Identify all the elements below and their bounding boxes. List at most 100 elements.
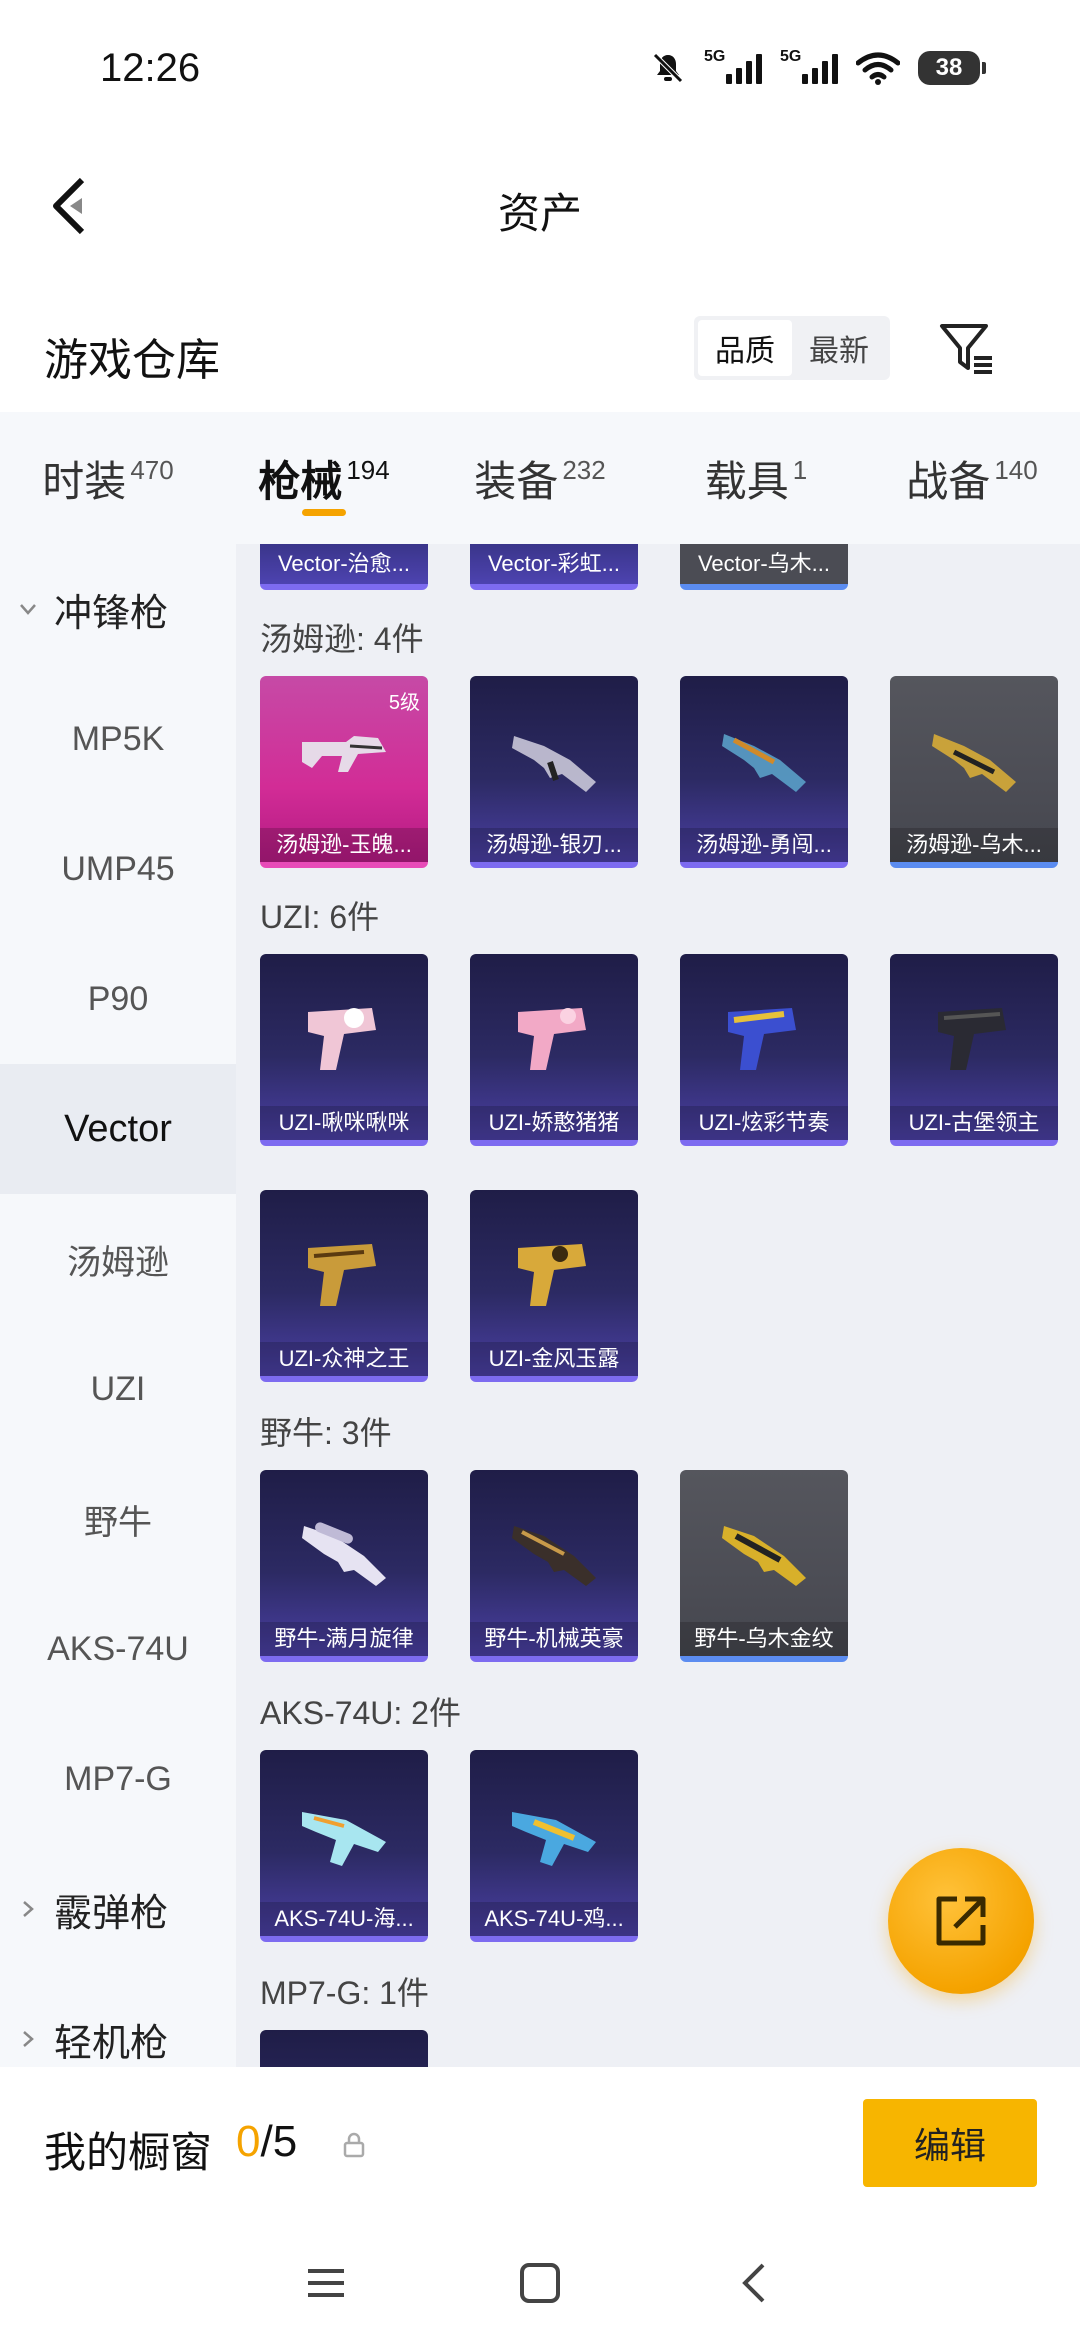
skin-card[interactable]: AKS-74U-海... [260,1750,428,1942]
tab-label: 战备 [906,457,991,505]
tab-label: 载具 [704,457,789,505]
nav-menu-button[interactable] [296,2253,356,2313]
skin-card[interactable]: UZI-古堡领主 [890,954,1058,1146]
mute-bell-icon [653,53,683,83]
cell-signal-1-icon: 5G [704,48,762,84]
showcase-current: 0 [236,2117,261,2166]
sort-toggle: 品质 最新 [694,316,890,380]
skin-grid: Vector-治愈... Vector-彩虹... Vector-乌木... 汤… [236,544,1080,2067]
warehouse-title: 游戏仓库 [44,336,220,385]
share-fab[interactable] [888,1848,1034,1994]
skin-card[interactable]: 5级 汤姆逊-玉魄... [260,676,428,868]
gun-icon [512,1812,596,1866]
gun-icon [302,1812,386,1866]
skin-card[interactable]: 野牛-乌木金纹 [680,1470,848,1662]
showcase-total: /5 [260,2117,298,2166]
skin-name: 汤姆逊-银刃... [470,828,638,862]
tab-label: 枪械 [258,457,343,505]
menu-icon [308,2269,344,2297]
skin-card[interactable]: 汤姆逊-乌木... [890,676,1058,868]
sidebar-item-mp7g[interactable]: MP7-G [0,1714,236,1844]
skin-card[interactable]: UZI-娇憨猪猪 [470,954,638,1146]
skin-card[interactable]: UZI-啾咪啾咪 [260,954,428,1146]
skin-card-partial[interactable]: Vector-乌木... [680,544,848,590]
skin-name: AKS-74U-海... [260,1902,428,1936]
skin-name: UZI-炫彩节奏 [680,1106,848,1140]
filter-icon [940,324,992,374]
edit-button[interactable]: 编辑 [863,2099,1037,2187]
sidebar-item-ump45[interactable]: UMP45 [0,804,236,934]
sidebar-item-bizon[interactable]: 野牛 [0,1454,236,1584]
skin-card[interactable] [260,2030,428,2067]
tab-vehicles[interactable]: 载具 1 [648,412,864,544]
skin-name: UZI-金风玉露 [470,1342,638,1376]
network-type-label: 5G [780,48,802,65]
skin-card[interactable]: 汤姆逊-勇闯... [680,676,848,868]
sidebar-group-lmg[interactable]: 轻机枪 [0,1974,236,2067]
tab-count: 470 [130,454,174,485]
skin-name: 汤姆逊-乌木... [890,828,1058,862]
chevron-right-icon [23,1901,34,1917]
nav-home-button[interactable] [510,2253,570,2313]
status-bar: 12:26 5G 5G 38 [0,0,1080,140]
weapon-category-sidebar: 冲锋枪 MP5K UMP45 P90 Vector 汤姆逊 UZI 野牛 AKS… [0,544,236,2067]
lock-icon [343,2132,365,2158]
tab-fashion[interactable]: 时装 470 [0,412,216,544]
skin-name: 野牛-满月旋律 [260,1622,428,1656]
sidebar-item-aks74u[interactable]: AKS-74U [0,1584,236,1714]
active-tab-indicator [302,509,346,516]
sidebar-item-uzi[interactable]: UZI [0,1324,236,1454]
gun-icon [932,734,1016,792]
page-title: 资产 [497,190,582,237]
gun-icon [722,734,806,792]
system-nav-bar [0,2217,1080,2347]
skin-name: UZI-啾咪啾咪 [260,1106,428,1140]
gun-icon [938,1008,1006,1070]
sidebar-item-thompson[interactable]: 汤姆逊 [0,1194,236,1324]
skin-name: 野牛-乌木金纹 [680,1622,848,1656]
group-title-aks74u: AKS-74U: 2件 [260,1695,461,1731]
tab-equipment[interactable]: 装备 232 [432,412,648,544]
gun-icon [518,1244,586,1306]
gun-icon [512,1526,596,1586]
nav-back-icon [742,2263,765,2303]
sidebar-item-vector[interactable]: Vector [0,1064,236,1194]
skin-card-partial[interactable]: Vector-彩虹... [470,544,638,590]
sidebar-group-label: 霰弹枪 [54,1892,169,1935]
tab-count: 1 [792,454,808,485]
skin-card[interactable]: 汤姆逊-银刃... [470,676,638,868]
skin-card[interactable]: 野牛-满月旋律 [260,1470,428,1662]
warehouse-header: 游戏仓库 品质 最新 [0,290,1080,410]
group-title-bizon: 野牛: 3件 [260,1415,392,1451]
tab-label: 装备 [474,457,559,505]
sort-option-quality[interactable]: 品质 [698,320,792,376]
tab-firearms[interactable]: 枪械 194 [216,412,432,544]
network-type-label: 5G [704,48,726,65]
status-icons: 5G 5G 38 [650,48,986,86]
sort-option-newest[interactable]: 最新 [792,320,886,376]
skin-card[interactable]: AKS-74U-鸡... [470,1750,638,1942]
gun-icon [722,1526,806,1586]
skin-name: 汤姆逊-勇闯... [680,828,848,862]
nav-back-button[interactable] [724,2253,784,2313]
skin-name: UZI-娇憨猪猪 [470,1106,638,1140]
cell-signal-2-icon: 5G [780,48,838,84]
level-badge: 5级 [388,692,420,714]
skin-card-partial[interactable]: Vector-治愈... [260,544,428,590]
tab-supplies[interactable]: 战备 140 [864,412,1080,544]
skin-card[interactable]: UZI-金风玉露 [470,1190,638,1382]
sidebar-group-shotgun[interactable]: 霰弹枪 [0,1844,236,1974]
showcase-count: 0/5 [236,2117,297,2167]
sidebar-group-smg[interactable]: 冲锋枪 [0,544,236,674]
sidebar-item-p90[interactable]: P90 [0,934,236,1064]
skin-card[interactable]: UZI-众神之王 [260,1190,428,1382]
skin-card[interactable]: 野牛-机械英豪 [470,1470,638,1662]
battery-icon: 38 [918,51,986,85]
wifi-icon [856,52,900,85]
gun-icon [302,736,386,772]
group-title-mp7g: MP7-G: 1件 [260,1975,429,2011]
share-icon [936,1896,986,1946]
sidebar-item-mp5k[interactable]: MP5K [0,674,236,804]
filter-button[interactable] [936,318,996,378]
skin-card[interactable]: UZI-炫彩节奏 [680,954,848,1146]
